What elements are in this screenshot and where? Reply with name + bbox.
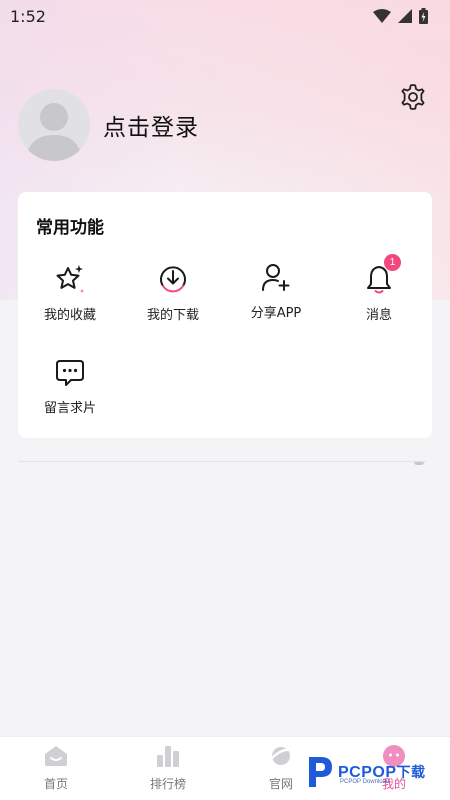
common-functions-card: 常用功能 我的收藏 我的下载 分享APP 1 消息 留言求片 — [18, 192, 432, 438]
card-title: 常用功能 — [36, 218, 104, 238]
status-bar: 1:52 — [0, 0, 450, 32]
settings-button[interactable] — [396, 80, 430, 114]
func-label: 分享APP — [250, 306, 302, 321]
func-share-app[interactable]: 分享APP — [224, 260, 328, 321]
download-icon — [156, 262, 190, 296]
watermark-sub: PCPOP Download — [340, 779, 390, 785]
tab-ranking[interactable]: 排行榜 — [128, 743, 208, 792]
tab-label: 首页 — [43, 777, 68, 791]
divider — [18, 461, 426, 462]
home-icon — [43, 743, 69, 769]
wifi-icon — [373, 9, 391, 23]
ranking-icon — [155, 743, 181, 769]
tab-home[interactable]: 首页 — [16, 743, 96, 792]
battery-icon — [419, 8, 428, 24]
func-label: 留言求片 — [43, 401, 96, 416]
status-icons — [373, 8, 428, 24]
avatar[interactable] — [18, 89, 90, 161]
func-messages[interactable]: 1 消息 — [327, 254, 431, 323]
status-time: 1:52 — [10, 6, 46, 26]
func-favorites[interactable]: 我的收藏 — [18, 262, 122, 323]
func-request-movie[interactable]: 留言求片 — [18, 355, 122, 416]
func-label: 我的收藏 — [43, 308, 96, 323]
pcpop-logo-icon — [309, 757, 332, 787]
signal-icon — [398, 9, 412, 23]
watermark: PCPOP下载 PCPOP Download — [304, 752, 444, 792]
notification-badge: 1 — [384, 254, 401, 271]
bell-icon: 1 — [362, 254, 401, 296]
profile-login[interactable]: 点击登录 — [18, 89, 199, 161]
default-avatar-icon — [26, 103, 82, 161]
user-add-icon — [259, 260, 293, 294]
func-label: 我的下载 — [146, 308, 199, 323]
func-label: 消息 — [365, 308, 392, 323]
gear-icon — [401, 84, 425, 110]
tab-label: 官网 — [268, 777, 293, 791]
func-downloads[interactable]: 我的下载 — [121, 262, 225, 323]
scroll-indicator — [414, 462, 424, 465]
planet-icon — [268, 743, 294, 769]
login-text[interactable]: 点击登录 — [103, 108, 199, 142]
chat-dots-icon — [53, 355, 87, 389]
tab-label: 排行榜 — [149, 777, 186, 791]
star-sparkle-icon — [53, 262, 87, 296]
